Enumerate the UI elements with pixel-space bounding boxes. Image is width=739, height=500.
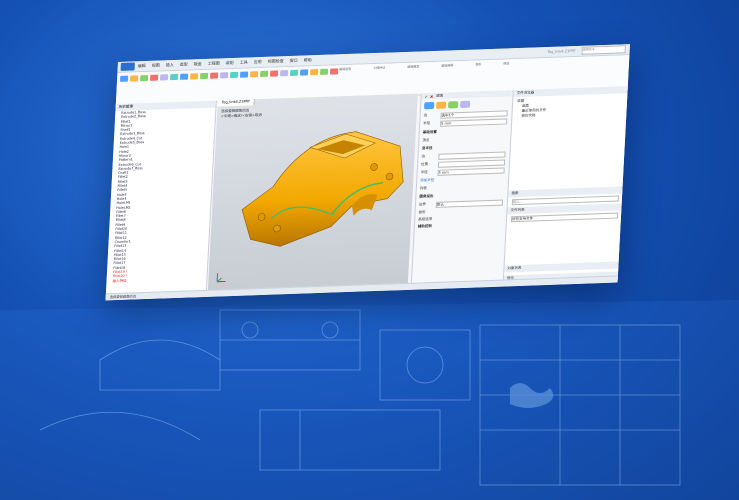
ribbon-group-label: 修改 bbox=[503, 61, 510, 66]
ribbon-tool-13-icon[interactable] bbox=[249, 71, 259, 78]
ribbon-tool-3-icon[interactable] bbox=[149, 74, 159, 81]
section-vertex[interactable]: 顶点 bbox=[422, 135, 506, 143]
section-overflow[interactable]: 圆角溢出 bbox=[419, 192, 503, 200]
ribbon-tool-4-icon[interactable] bbox=[159, 74, 169, 81]
menu-item-7[interactable]: 工具 bbox=[240, 59, 248, 65]
ribbon-tool-18-icon[interactable] bbox=[299, 69, 309, 76]
field-edge-input[interactable]: 选中1个 bbox=[440, 110, 508, 119]
search-command-box[interactable]: 搜索命令 bbox=[581, 45, 626, 55]
ribbon-tool-7-icon[interactable] bbox=[189, 73, 199, 80]
tree-list: Extrude1_Boss Extrude2_Base Fillet1 Mirror1… bbox=[107, 108, 216, 279]
fillet-type-1-icon[interactable] bbox=[423, 101, 435, 110]
check-icon[interactable]: ✔ bbox=[425, 94, 429, 99]
field-radius: 半径 5 mm bbox=[423, 118, 508, 127]
menu-item-0[interactable]: 编辑 bbox=[138, 63, 146, 69]
var-edge-input[interactable] bbox=[438, 151, 506, 160]
app-window: 编辑 视图 插入 造型 钣金 工程图 装配 工具 应用 视图检查 窗口 帮助 T… bbox=[105, 44, 630, 301]
fillet-type-2-icon[interactable] bbox=[435, 101, 447, 109]
menu-item-9[interactable]: 视图检查 bbox=[268, 58, 284, 65]
fillet-type-4-icon[interactable] bbox=[459, 100, 471, 109]
ribbon-tool-6-icon[interactable] bbox=[179, 73, 189, 80]
section-basic[interactable]: 基础设置 bbox=[423, 127, 507, 135]
menu-item-11[interactable]: 帮助 bbox=[304, 57, 312, 63]
blueprint-drawing bbox=[0, 300, 739, 500]
ribbon-tool-21-icon[interactable] bbox=[329, 68, 339, 75]
section-variable[interactable]: 变半径 bbox=[422, 143, 506, 151]
menu-item-1[interactable]: 视图 bbox=[152, 63, 160, 69]
fillet-properties-panel: ✔ ✖ 圆角 边 选中1个 半径 5 mm 基础设置 顶点 变半径 边 位置 半… bbox=[410, 90, 512, 288]
var-radius-input[interactable]: 5 mm bbox=[437, 167, 505, 176]
var-edge-label: 边 bbox=[421, 154, 426, 159]
panel-title: 圆角 bbox=[436, 93, 444, 98]
overflow-label: 边界 bbox=[418, 202, 427, 207]
status-text: 选择要倒圆角的边 bbox=[109, 294, 137, 300]
ribbon-group-label: 基础造型 bbox=[339, 66, 352, 72]
menu-item-4[interactable]: 钣金 bbox=[194, 61, 202, 67]
scene: 编辑 视图 插入 造型 钣金 工程图 装配 工具 应用 视图检查 窗口 帮助 T… bbox=[0, 0, 739, 500]
cad-part[interactable] bbox=[208, 94, 418, 295]
fillet-type-3-icon[interactable] bbox=[447, 101, 459, 109]
menu-item-2[interactable]: 插入 bbox=[166, 62, 174, 68]
ribbon-tool-14-icon[interactable] bbox=[259, 70, 269, 78]
file-menu-button[interactable] bbox=[120, 62, 135, 71]
menu-item-8[interactable]: 应用 bbox=[254, 59, 262, 65]
window-title: Tog_link4.Z3PRT bbox=[547, 49, 576, 55]
ribbon-tool-19-icon[interactable] bbox=[309, 69, 319, 76]
close-icon[interactable]: ✖ bbox=[430, 93, 434, 98]
3d-viewport[interactable]: Tog_link4.Z3PRT 选择要倒圆角的边 <中键>确定/<右键>取消 bbox=[207, 93, 418, 295]
ribbon-tool-5-icon[interactable] bbox=[169, 73, 179, 81]
history-tree: 历史管理 Extrude1_Boss Extrude2_Base Fillet1 Mi… bbox=[105, 100, 217, 301]
object-list-section[interactable]: 对象列表 bbox=[504, 261, 620, 273]
field-radius-input[interactable]: 5 mm bbox=[440, 118, 508, 127]
file-browser-panel: 文件浏览器 收藏 桌面 最近使用的文件 我的文档 搜索 输入... 文件列表 所… bbox=[502, 86, 629, 285]
ribbon-tool-17-icon[interactable] bbox=[289, 69, 299, 76]
menu-item-5[interactable]: 工程图 bbox=[208, 60, 220, 66]
ribbon-tool-1-icon[interactable] bbox=[129, 75, 139, 82]
field-radius-label: 半径 bbox=[423, 121, 431, 126]
ribbon-group-label: 工程特征 bbox=[373, 65, 386, 71]
ribbon-tool-20-icon[interactable] bbox=[319, 68, 329, 75]
add-radius-button[interactable]: 添加半径 bbox=[420, 176, 504, 184]
favorites-tree: 收藏 桌面 最近使用的文件 我的文档 bbox=[512, 93, 628, 121]
ribbon-tool-10-icon[interactable] bbox=[219, 72, 229, 79]
file-type-select[interactable]: 所有支持文件 bbox=[510, 212, 619, 223]
menu-item-3[interactable]: 造型 bbox=[180, 62, 188, 68]
ribbon-tool-9-icon[interactable] bbox=[209, 72, 219, 79]
axis-triad-icon bbox=[216, 273, 226, 283]
ribbon-tool-11-icon[interactable] bbox=[229, 71, 239, 79]
list-label: 列表 bbox=[419, 186, 427, 191]
ribbon-tool-0-icon[interactable] bbox=[119, 75, 129, 82]
ribbon-group-label: 基础编辑 bbox=[441, 63, 454, 68]
ribbon-tool-8-icon[interactable] bbox=[199, 72, 209, 80]
menu-item-6[interactable]: 装配 bbox=[226, 60, 234, 66]
ribbon-tool-2-icon[interactable] bbox=[139, 74, 149, 82]
var-position-input[interactable] bbox=[437, 159, 506, 168]
ribbon-tool-16-icon[interactable] bbox=[279, 70, 289, 77]
overflow-select[interactable]: 默认 bbox=[435, 199, 504, 208]
section-aux-control[interactable]: 辅助控制 bbox=[418, 222, 502, 230]
menu-item-10[interactable]: 窗口 bbox=[290, 58, 298, 64]
field-edge-label: 边 bbox=[423, 113, 428, 118]
var-position-label: 位置 bbox=[420, 162, 429, 167]
ribbon-group-label: 编辑模型 bbox=[407, 64, 420, 69]
ribbon-tool-12-icon[interactable] bbox=[239, 71, 249, 78]
ribbon-tool-15-icon[interactable] bbox=[269, 70, 279, 77]
ribbon-group-label: 变形 bbox=[475, 62, 482, 67]
var-radius-label: 半径 bbox=[420, 170, 428, 175]
